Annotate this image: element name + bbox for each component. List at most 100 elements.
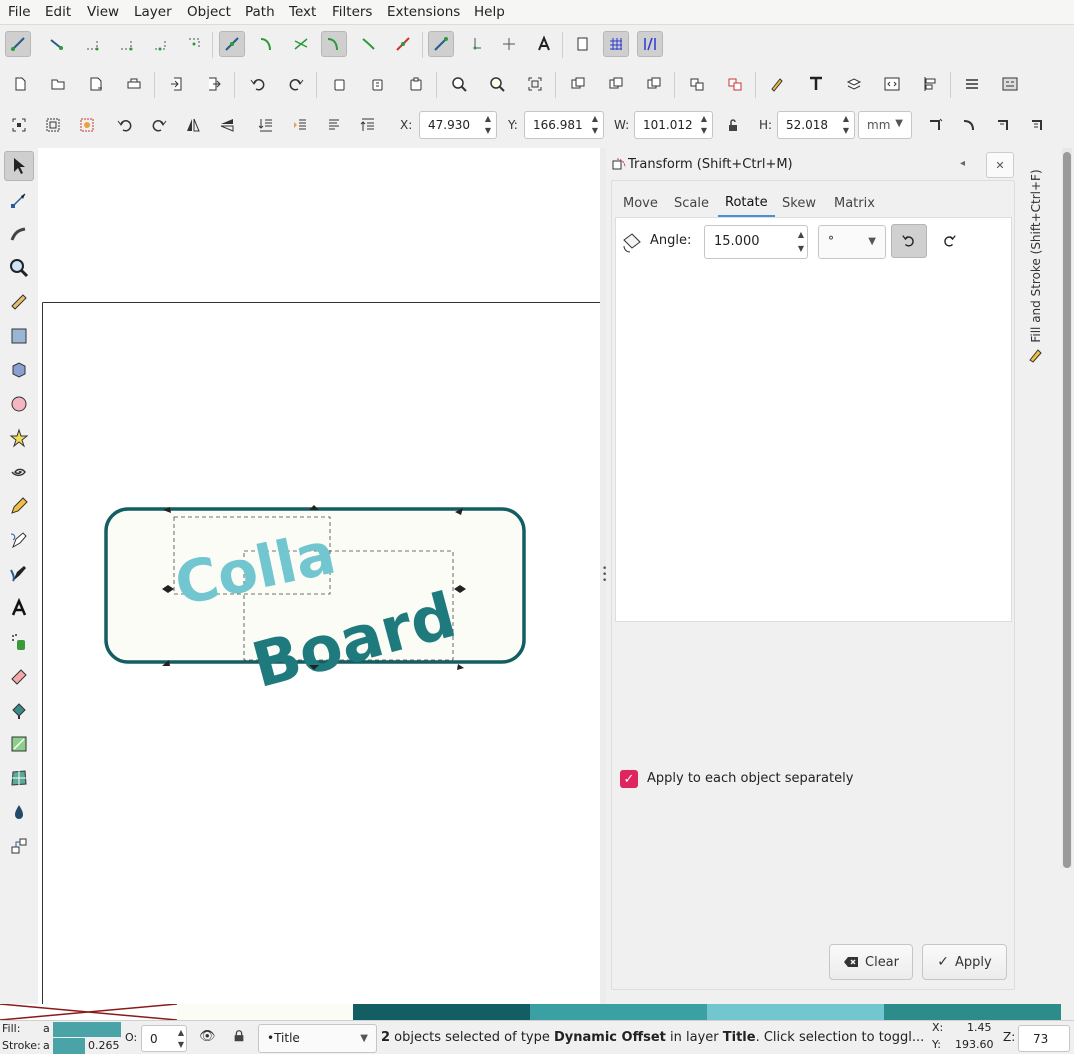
menu-edit[interactable]: Edit — [45, 4, 71, 20]
zoom-drawing-icon[interactable] — [484, 71, 510, 97]
tweak-tool-icon[interactable] — [4, 219, 34, 249]
ellipse-tool-icon[interactable] — [4, 389, 34, 419]
3d-box-tool-icon[interactable] — [4, 355, 34, 385]
measure-tool-icon[interactable] — [4, 287, 34, 317]
menu-filters[interactable]: Filters — [332, 4, 372, 20]
menu-view[interactable]: View — [87, 4, 119, 20]
copy-icon[interactable] — [327, 71, 353, 97]
align-distribute-icon[interactable] — [917, 71, 943, 97]
snap-cusp-icon[interactable] — [321, 31, 347, 57]
lower-icon[interactable] — [287, 112, 313, 138]
snap-midpoint-icon[interactable] — [147, 31, 173, 57]
lock-icon[interactable] — [232, 1029, 248, 1045]
snap-path-icon[interactable] — [254, 31, 280, 57]
calligraphy-tool-icon[interactable] — [4, 559, 34, 589]
x-spin-arrows[interactable]: ▲ ▼ — [482, 113, 494, 137]
selector-tool-icon[interactable] — [4, 151, 34, 181]
y-spin-arrows[interactable]: ▲ ▼ — [589, 113, 601, 137]
rotate-ccw-icon[interactable] — [112, 112, 138, 138]
paint-bucket-tool-icon[interactable] — [4, 695, 34, 725]
snap-object-center-icon[interactable] — [462, 31, 488, 57]
open-folder-icon[interactable] — [45, 71, 71, 97]
node-tool-icon[interactable] — [4, 185, 34, 215]
clear-button[interactable]: Clear — [829, 944, 913, 980]
spiral-tool-icon[interactable] — [4, 457, 34, 487]
cut-icon[interactable] — [365, 71, 391, 97]
apply-each-checkbox[interactable]: ✓ — [620, 770, 638, 788]
menu-extensions[interactable]: Extensions — [387, 4, 460, 20]
print-icon[interactable] — [121, 71, 147, 97]
stroke-width-value[interactable]: 0.265 — [88, 1039, 120, 1052]
menu-layer[interactable]: Layer — [134, 4, 172, 20]
snap-line-midpoint-icon[interactable] — [390, 31, 416, 57]
rotate-cw-icon[interactable] — [146, 112, 172, 138]
swatch-teal[interactable] — [530, 1004, 707, 1020]
snap-edge-icon[interactable] — [79, 31, 105, 57]
connector-tool-icon[interactable] — [4, 831, 34, 861]
swatch-light-teal[interactable] — [707, 1004, 884, 1020]
snap-nodes-icon[interactable] — [219, 31, 245, 57]
snap-intersection-icon[interactable] — [288, 31, 314, 57]
pen-tool-icon[interactable] — [4, 525, 34, 555]
menu-object[interactable]: Object — [187, 4, 231, 20]
swatch-dark-teal[interactable] — [353, 1004, 530, 1020]
fill-stroke-dock-tab[interactable]: Fill and Stroke (Shift+Ctrl+F) — [1026, 154, 1046, 358]
move-patterns-icon[interactable] — [1025, 112, 1051, 138]
tab-move[interactable]: Move — [623, 196, 658, 211]
snap-bbox-icon[interactable] — [44, 31, 70, 57]
rectangle-tool-icon[interactable] — [4, 321, 34, 351]
opacity-spin-arrows[interactable]: ▲ ▼ — [178, 1027, 184, 1051]
h-input[interactable]: 52.018 ▲ ▼ — [777, 111, 855, 139]
select-all-icon[interactable] — [6, 112, 32, 138]
gradient-tool-icon[interactable] — [4, 729, 34, 759]
menu-path[interactable]: Path — [245, 4, 275, 20]
snap-guide-icon[interactable] — [637, 31, 663, 57]
tab-skew[interactable]: Skew — [782, 196, 816, 211]
xml-editor-icon[interactable] — [879, 71, 905, 97]
lower-to-bottom-icon[interactable] — [253, 112, 279, 138]
undo-icon[interactable] — [245, 71, 271, 97]
snap-others-icon[interactable] — [428, 31, 454, 57]
lock-ratio-icon[interactable] — [720, 112, 746, 138]
zoom-input[interactable]: 73 — [1018, 1025, 1070, 1052]
fill-stroke-dialog-icon[interactable] — [764, 71, 790, 97]
clone-icon[interactable] — [603, 71, 629, 97]
raise-icon[interactable] — [321, 112, 347, 138]
unlink-clone-icon[interactable] — [641, 71, 667, 97]
zoom-page-icon[interactable] — [522, 71, 548, 97]
w-input[interactable]: 101.012 ▲ ▼ — [634, 111, 713, 139]
layer-select[interactable]: •Title ▼ — [258, 1024, 377, 1053]
scale-stroke-icon[interactable] — [923, 112, 949, 138]
menu-help[interactable]: Help — [474, 4, 505, 20]
x-input[interactable]: 47.930 ▲ ▼ — [419, 111, 497, 139]
snap-smooth-icon[interactable] — [356, 31, 382, 57]
rotate-cw-button[interactable] — [934, 224, 964, 258]
mesh-tool-icon[interactable] — [4, 763, 34, 793]
snap-text-baseline-icon[interactable] — [531, 31, 557, 57]
zoom-selection-icon[interactable] — [446, 71, 472, 97]
swatch-none[interactable] — [0, 1003, 178, 1021]
duplicate-icon[interactable] — [565, 71, 591, 97]
swatch-mid-teal[interactable] — [884, 1004, 1061, 1020]
snap-rotation-center-icon[interactable] — [496, 31, 522, 57]
h-spin-arrows[interactable]: ▲ ▼ — [840, 113, 852, 137]
star-tool-icon[interactable] — [4, 423, 34, 453]
import-icon[interactable] — [164, 71, 190, 97]
tab-rotate[interactable]: Rotate — [725, 195, 768, 210]
y-input[interactable]: 166.981 ▲ ▼ — [524, 111, 604, 139]
dropper-tool-icon[interactable] — [4, 797, 34, 827]
snap-center-icon[interactable] — [181, 31, 207, 57]
angle-unit-select[interactable]: ° ▼ — [818, 225, 886, 259]
new-document-icon[interactable] — [7, 71, 33, 97]
raise-to-top-icon[interactable] — [355, 112, 381, 138]
preferences-icon[interactable] — [997, 71, 1023, 97]
tab-scale[interactable]: Scale — [674, 196, 709, 211]
angle-input[interactable]: 15.000 ▲ ▼ — [704, 225, 808, 259]
redo-icon[interactable] — [283, 71, 309, 97]
menu-icon[interactable] — [959, 71, 985, 97]
select-all-layers-icon[interactable] — [40, 112, 66, 138]
zoom-tool-icon[interactable] — [4, 253, 34, 283]
dock-scrollbar-thumb[interactable] — [1063, 152, 1071, 868]
snap-grid-icon[interactable] — [603, 31, 629, 57]
spray-tool-icon[interactable] — [4, 627, 34, 657]
